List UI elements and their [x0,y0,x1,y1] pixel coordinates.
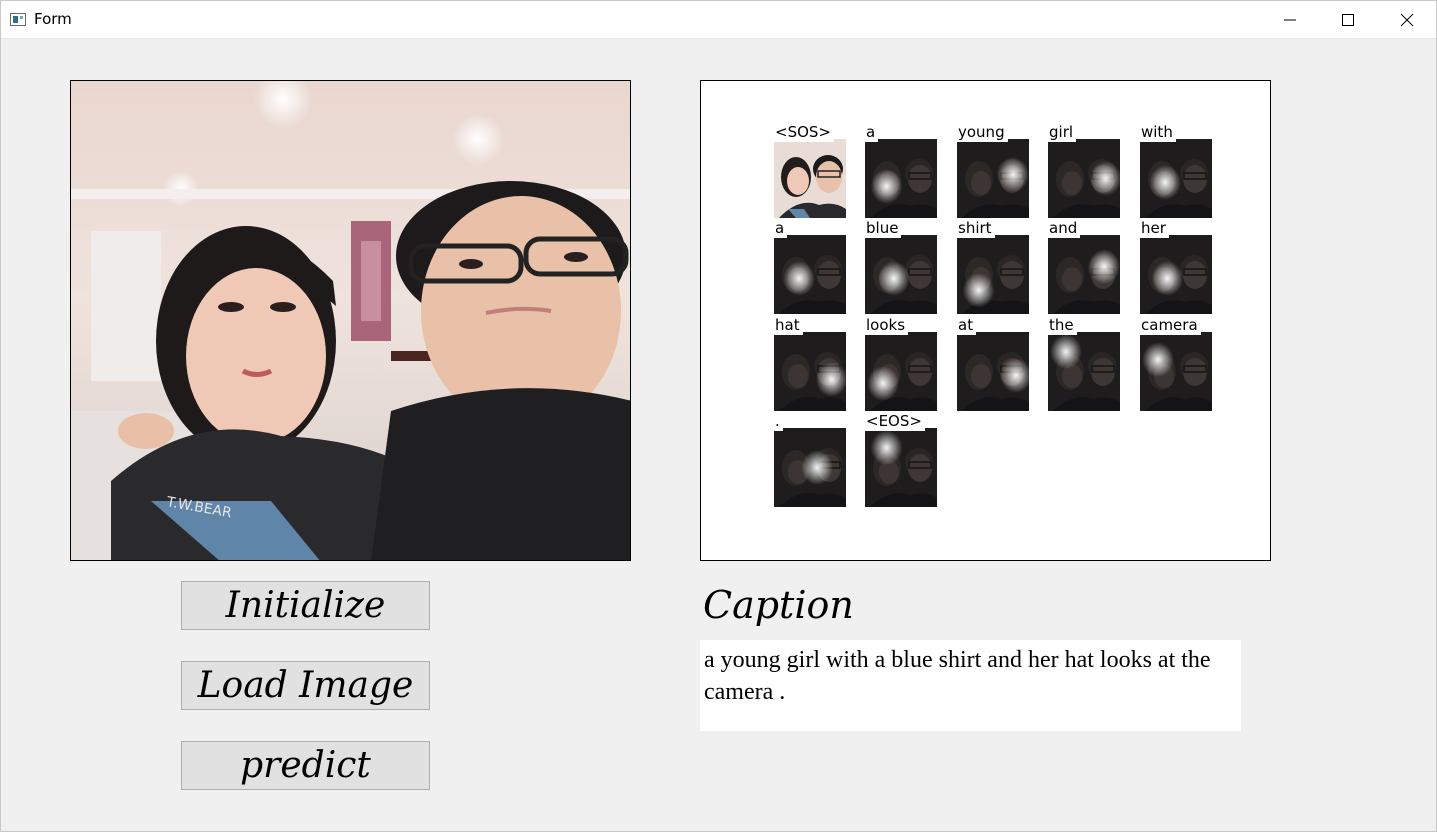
attention-token-label: her [1140,218,1169,238]
attention-cell: the [1048,315,1121,411]
attention-thumbnail [774,428,846,507]
attention-token-label: <EOS> [865,411,925,431]
attention-thumbnail [957,332,1029,411]
minimize-button[interactable] [1261,1,1319,39]
window-title: Form [34,10,72,28]
input-photo: T.W.BEAR [70,80,631,561]
title-bar[interactable]: Form [1,1,1436,39]
attention-token-label: with [1140,122,1176,142]
attention-cell: at [957,315,1030,411]
attention-cell: hat [774,315,847,411]
photo-illustration: T.W.BEAR [71,81,630,560]
attention-cell: girl [1048,122,1121,218]
attention-thumbnail [1048,332,1120,411]
caption-output: a young girl with a blue shirt and her h… [700,640,1241,731]
attention-token-label: at [957,315,977,335]
attention-cell: <EOS> [865,411,938,507]
load-image-button[interactable]: Load Image [181,661,430,710]
attention-token-label: hat [774,315,803,335]
attention-thumbnail [865,235,937,314]
attention-token-label: young [957,122,1008,142]
attention-token-label: <SOS> [774,122,834,142]
close-icon [1400,13,1414,27]
attention-thumbnail [1140,235,1212,314]
attention-cell: <SOS> [774,122,847,218]
minimize-icon [1284,19,1296,21]
attention-cell: looks [865,315,938,411]
attention-thumbnail [1140,332,1212,411]
attention-thumbnail [865,428,937,507]
attention-cell: a [865,122,938,218]
attention-thumbnail [865,139,937,218]
attention-token-label: and [1048,218,1081,238]
attention-cell: and [1048,218,1121,314]
predict-button[interactable]: predict [181,741,430,790]
attention-token-label: shirt [957,218,995,238]
attention-thumbnail [1048,139,1120,218]
attention-token-label: blue [865,218,902,238]
app-window: Form T.W.BEAR <SOS> a young girl with a … [0,0,1437,832]
attention-thumbnail [957,139,1029,218]
attention-thumbnail [865,332,937,411]
maximize-icon [1342,14,1354,26]
attention-cell: . [774,411,847,507]
attention-cell: with [1140,122,1213,218]
original-thumbnail [774,139,846,218]
attention-token-label: a [774,218,788,238]
attention-token-label: . [774,411,783,431]
attention-token-label: the [1048,315,1077,335]
attention-thumbnail [774,235,846,314]
attention-cell: blue [865,218,938,314]
attention-thumbnail [1140,139,1212,218]
close-button[interactable] [1378,1,1436,39]
attention-visualization: <SOS> a young girl with a blue shirt and her hat lo… [700,80,1271,561]
attention-thumbnail [1048,235,1120,314]
form-app-icon [10,13,26,26]
maximize-button[interactable] [1319,1,1377,39]
attention-token-label: looks [865,315,909,335]
attention-cell: young [957,122,1030,218]
attention-cell: shirt [957,218,1030,314]
attention-token-label: girl [1048,122,1077,142]
attention-cell: her [1140,218,1213,314]
caption-label: Caption [703,583,854,627]
attention-thumbnail [774,332,846,411]
attention-token-label: camera [1140,315,1201,335]
attention-thumbnail [957,235,1029,314]
attention-cell: a [774,218,847,314]
initialize-button[interactable]: Initialize [181,581,430,630]
attention-cell: camera [1140,315,1213,411]
attention-token-label: a [865,122,879,142]
